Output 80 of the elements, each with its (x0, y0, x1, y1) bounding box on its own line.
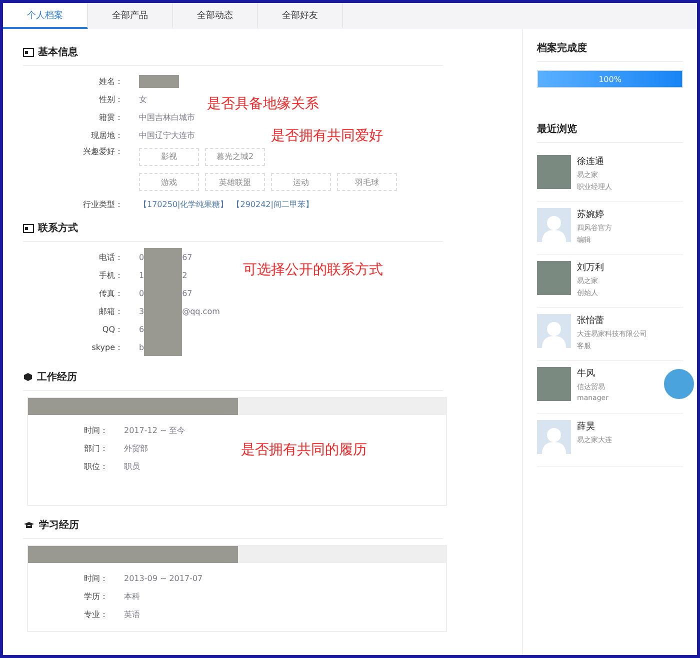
field-label: 现居地： (90, 130, 124, 140)
hobby-tag: 影视 (139, 148, 199, 166)
id-card-icon (23, 224, 34, 232)
field-value: 67 (182, 252, 192, 262)
field-label: 学历： (83, 590, 109, 602)
field-label: 手机： (98, 270, 124, 280)
field-label: 传真： (98, 288, 124, 298)
field-value: @qq.com (182, 306, 220, 316)
field-label: 时间： (83, 424, 109, 436)
field-label: QQ： (101, 324, 124, 334)
field-label: skype： (90, 342, 124, 352)
annotation-text: 是否拥有共同爱好 (271, 127, 383, 145)
field-label: 籍贯： (98, 112, 124, 122)
section-title: 联系方式 (38, 221, 78, 235)
field-value: 67 (182, 288, 192, 298)
visitor-name[interactable]: 苏婉婷 (577, 208, 612, 221)
field-label: 部门： (83, 442, 109, 454)
field-value: 本科 (124, 590, 140, 602)
field-label: 邮箱： (98, 306, 124, 316)
user-silhouette-icon (541, 320, 567, 348)
graduation-cap-icon (23, 520, 35, 530)
progress-reading: 100% (598, 74, 622, 84)
field-value: 0 (139, 252, 144, 262)
annotation-text: 是否拥有共同的履历 (241, 441, 367, 459)
hobby-tag: 暮光之城2 (205, 148, 265, 166)
visitor-name[interactable]: 刘万利 (577, 261, 604, 274)
field-label: 性别： (98, 94, 124, 104)
user-silhouette-icon (541, 214, 567, 242)
section-title: 最近浏览 (537, 122, 577, 136)
user-silhouette-icon (541, 426, 567, 454)
field-value: 1 (139, 270, 144, 280)
support-avatar[interactable] (663, 368, 695, 400)
hobby-tag: 英雄联盟 (205, 173, 265, 191)
visitor-name[interactable]: 徐连通 (577, 155, 612, 168)
photo-placeholder (537, 261, 571, 295)
tab[interactable]: 全部产品 (88, 3, 173, 29)
field-value: 2013-09 ~ 2017-07 (124, 574, 203, 582)
tab[interactable]: 全部好友 (258, 3, 343, 29)
tab[interactable]: 个人档案 (3, 3, 88, 29)
visitor-name[interactable]: 牛风 (577, 367, 608, 380)
field-label: 专业： (83, 608, 109, 620)
id-card-icon (23, 48, 34, 56)
cube-icon (23, 372, 33, 382)
hobby-tag: 游戏 (139, 173, 199, 191)
field-value: 外贸部 (124, 442, 148, 454)
field-value: 2017-12 ~ 至今 (124, 424, 186, 436)
visitor-name[interactable]: 张怡蕾 (577, 314, 647, 327)
field-value: 英语 (124, 608, 140, 620)
field-label: 行业类型： (82, 198, 124, 210)
industry-tag: 【290242|间二甲苯】 (232, 198, 314, 210)
field-value: 中国吉林白城市 (139, 112, 195, 122)
redaction-block (144, 338, 182, 356)
hobby-tag: 羽毛球 (337, 173, 397, 191)
redaction-block (144, 248, 182, 266)
field-value: 中国辽宁大连市 (139, 130, 195, 140)
field-value: 女 (139, 94, 147, 104)
field-label: 职位： (83, 460, 109, 472)
field-value: b (139, 342, 144, 352)
visitor-name[interactable]: 薛昊 (577, 420, 612, 433)
photo-placeholder (537, 367, 571, 401)
annotation-text: 可选择公开的联系方式 (243, 261, 383, 279)
field-value: 3 (139, 306, 144, 316)
section-title: 档案完成度 (537, 41, 587, 55)
field-label: 姓名： (98, 76, 124, 86)
field-label: 时间： (83, 572, 109, 584)
hobby-tag: 运动 (271, 173, 331, 191)
field-value: 0 (139, 288, 144, 298)
field-value: 职员 (124, 460, 140, 472)
field-label: 电话： (98, 252, 124, 262)
section-title: 工作经历 (37, 370, 77, 384)
field-value: 2 (182, 270, 188, 280)
field-label: 兴趣爱好： (82, 146, 124, 158)
annotation-text: 是否具备地缘关系 (207, 95, 319, 113)
redaction-block (139, 74, 179, 88)
field-value: 6 (139, 324, 144, 334)
industry-tag: 【170250|化学纯果糖】 (139, 198, 228, 210)
section-title: 学习经历 (39, 518, 79, 532)
tab[interactable]: 全部动态 (173, 3, 258, 29)
photo-placeholder (537, 155, 571, 189)
section-title: 基本信息 (38, 46, 78, 59)
